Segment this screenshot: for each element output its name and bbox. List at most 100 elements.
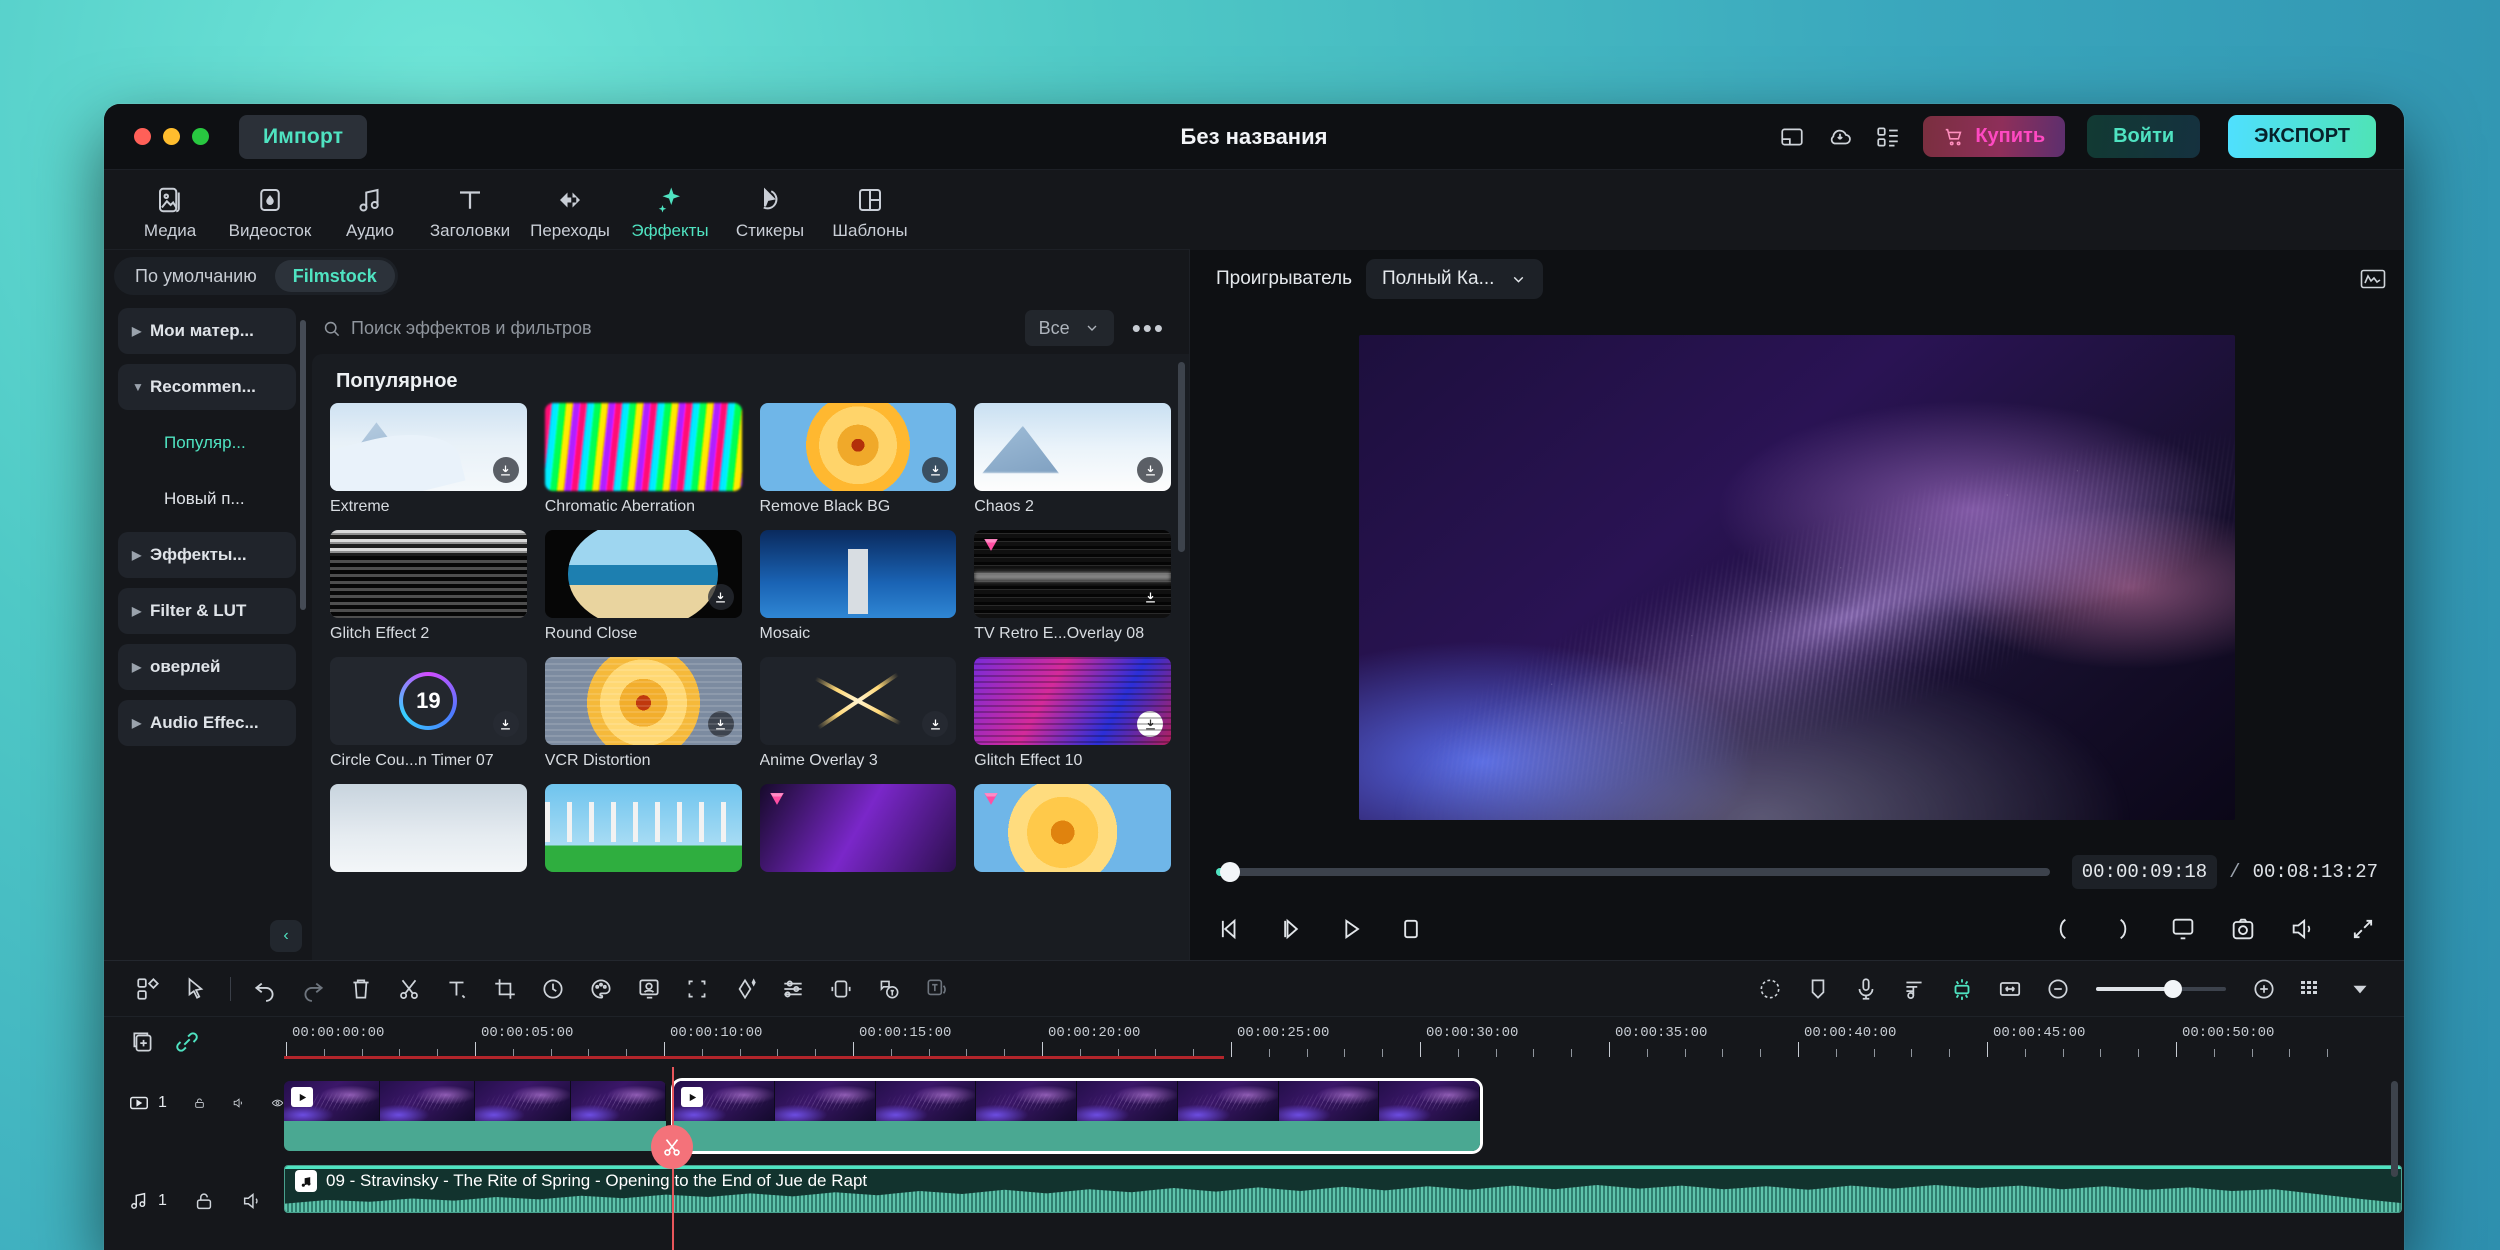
- volume-icon[interactable]: [2288, 914, 2318, 944]
- prev-frame-icon[interactable]: [1216, 914, 1246, 944]
- video-track-header[interactable]: 1: [104, 1067, 284, 1139]
- stop-icon[interactable]: [1396, 914, 1426, 944]
- green-screen-icon[interactable]: [625, 967, 673, 1011]
- layout-icon[interactable]: [1779, 124, 1805, 150]
- silence-detect-icon[interactable]: [1938, 967, 1986, 1011]
- tab-templates[interactable]: Шаблоны: [820, 179, 920, 241]
- effect-card[interactable]: Glitch Effect 10: [974, 657, 1171, 770]
- zoom-out-icon[interactable]: [2034, 967, 2082, 1011]
- split-icon[interactable]: [385, 967, 433, 1011]
- download-icon[interactable]: [1137, 457, 1163, 483]
- effect-card[interactable]: VCR Distortion: [544, 657, 742, 770]
- grid-scrollbar[interactable]: [1178, 362, 1185, 552]
- cloud-download-icon[interactable]: [1827, 124, 1853, 150]
- fit-timeline-icon[interactable]: [1986, 967, 2034, 1011]
- download-icon[interactable]: [492, 457, 519, 483]
- tree-item-new[interactable]: Новый п...: [118, 476, 296, 522]
- effect-card[interactable]: Mosaic: [759, 530, 957, 643]
- timeline-ruler[interactable]: 00:00:00:00 00:00:05:00 00:00:10:00 00:00:1…: [284, 1017, 2404, 1067]
- download-icon[interactable]: [922, 457, 949, 483]
- download-icon[interactable]: [707, 584, 734, 610]
- tab-transitions[interactable]: Переходы: [520, 179, 620, 241]
- speaker-icon[interactable]: [241, 1190, 263, 1212]
- audio-track-header[interactable]: 1: [104, 1165, 284, 1237]
- track-manager-chevron-icon[interactable]: [2336, 967, 2384, 1011]
- filter-dropdown[interactable]: Все: [1024, 310, 1114, 346]
- window-controls[interactable]: [134, 128, 209, 145]
- histogram-icon[interactable]: [2360, 266, 2386, 292]
- text-to-speech-icon[interactable]: [913, 967, 961, 1011]
- undo-icon[interactable]: [241, 967, 289, 1011]
- effect-card[interactable]: Chromatic Aberration: [544, 403, 742, 516]
- tree-item-effects[interactable]: ▶ Эффекты...: [118, 532, 296, 578]
- unlock-icon[interactable]: [193, 1092, 206, 1114]
- effect-card[interactable]: Chaos 2: [974, 403, 1171, 516]
- marker-icon[interactable]: [1794, 967, 1842, 1011]
- play-icon[interactable]: [1336, 914, 1366, 944]
- maximize-window-button[interactable]: [192, 128, 209, 145]
- buy-button[interactable]: Купить: [1923, 116, 2066, 157]
- download-icon[interactable]: [922, 711, 949, 737]
- grid-view-icon[interactable]: [124, 967, 172, 1011]
- close-window-button[interactable]: [134, 128, 151, 145]
- playhead[interactable]: [651, 1067, 693, 1250]
- download-icon[interactable]: [1137, 584, 1163, 610]
- seek-slider[interactable]: [1216, 862, 2050, 882]
- delete-icon[interactable]: [337, 967, 385, 1011]
- effect-card[interactable]: [330, 784, 527, 872]
- motion-tracking-icon[interactable]: [817, 967, 865, 1011]
- effect-card[interactable]: [759, 784, 957, 872]
- aspect-ratio-dropdown[interactable]: Полный Ка...: [1366, 259, 1544, 299]
- tree-scrollbar[interactable]: [300, 320, 306, 610]
- speaker-icon[interactable]: [232, 1092, 245, 1114]
- collapse-sidebar-button[interactable]: ‹: [270, 920, 302, 952]
- next-frame-icon[interactable]: [1276, 914, 1306, 944]
- record-voice-icon[interactable]: [1842, 967, 1890, 1011]
- download-icon[interactable]: [707, 711, 734, 737]
- effect-card[interactable]: Remove Black BG: [759, 403, 957, 516]
- clip-play-badge[interactable]: [291, 1087, 313, 1107]
- import-button[interactable]: Импорт: [239, 114, 368, 159]
- download-icon[interactable]: [1137, 711, 1163, 737]
- mask-icon[interactable]: [673, 967, 721, 1011]
- tab-titles[interactable]: Заголовки: [420, 179, 520, 241]
- login-button[interactable]: Войти: [2087, 115, 2201, 158]
- export-button[interactable]: ЭКСПОРТ: [2228, 115, 2376, 158]
- display-icon[interactable]: [2168, 914, 2198, 944]
- download-icon[interactable]: [492, 711, 519, 737]
- segment-default[interactable]: По умолчанию: [117, 260, 275, 292]
- seek-handle[interactable]: [1220, 862, 1240, 882]
- effect-card[interactable]: 19 Circle Cou...n Timer 07: [330, 657, 527, 770]
- select-tool-icon[interactable]: [172, 967, 220, 1011]
- zoom-in-icon[interactable]: [2240, 967, 2288, 1011]
- tree-item-audio-effects[interactable]: ▶ Audio Effec...: [118, 700, 296, 746]
- source-segmented-control[interactable]: По умолчанию Filmstock: [114, 257, 398, 295]
- effect-card[interactable]: Anime Overlay 3: [759, 657, 957, 770]
- zoom-slider[interactable]: [2096, 979, 2226, 998]
- clip-play-badge[interactable]: [681, 1087, 703, 1107]
- tree-item-overlay[interactable]: ▶ оверлей: [118, 644, 296, 690]
- fullscreen-icon[interactable]: [2348, 914, 2378, 944]
- auto-reframe-icon[interactable]: [1746, 967, 1794, 1011]
- tab-media[interactable]: Медиа: [120, 179, 220, 241]
- effect-card[interactable]: TV Retro E...Overlay 08: [974, 530, 1171, 643]
- tab-audio[interactable]: Аудио: [320, 179, 420, 241]
- segment-filmstock[interactable]: Filmstock: [274, 260, 395, 292]
- split-button[interactable]: [651, 1125, 693, 1169]
- color-icon[interactable]: [577, 967, 625, 1011]
- effect-card[interactable]: Round Close: [544, 530, 742, 643]
- effect-card[interactable]: [974, 784, 1171, 872]
- more-options-button[interactable]: •••: [1126, 315, 1171, 341]
- tree-item-popular[interactable]: Популяр...: [118, 420, 296, 466]
- eye-icon[interactable]: [271, 1092, 284, 1114]
- tab-stickers[interactable]: Стикеры: [720, 179, 820, 241]
- tree-item-recommended[interactable]: ▼ Recommen...: [118, 364, 296, 410]
- video-preview[interactable]: [1359, 334, 2235, 820]
- tab-stock-video[interactable]: Видеосток: [220, 179, 320, 241]
- effect-card[interactable]: [544, 784, 742, 872]
- redo-icon[interactable]: [289, 967, 337, 1011]
- unlock-icon[interactable]: [193, 1190, 215, 1212]
- audio-clip[interactable]: 09 - Stravinsky - The Rite of Spring - O…: [284, 1165, 2402, 1213]
- download-icon[interactable]: [493, 584, 519, 610]
- speech-to-text-icon[interactable]: [865, 967, 913, 1011]
